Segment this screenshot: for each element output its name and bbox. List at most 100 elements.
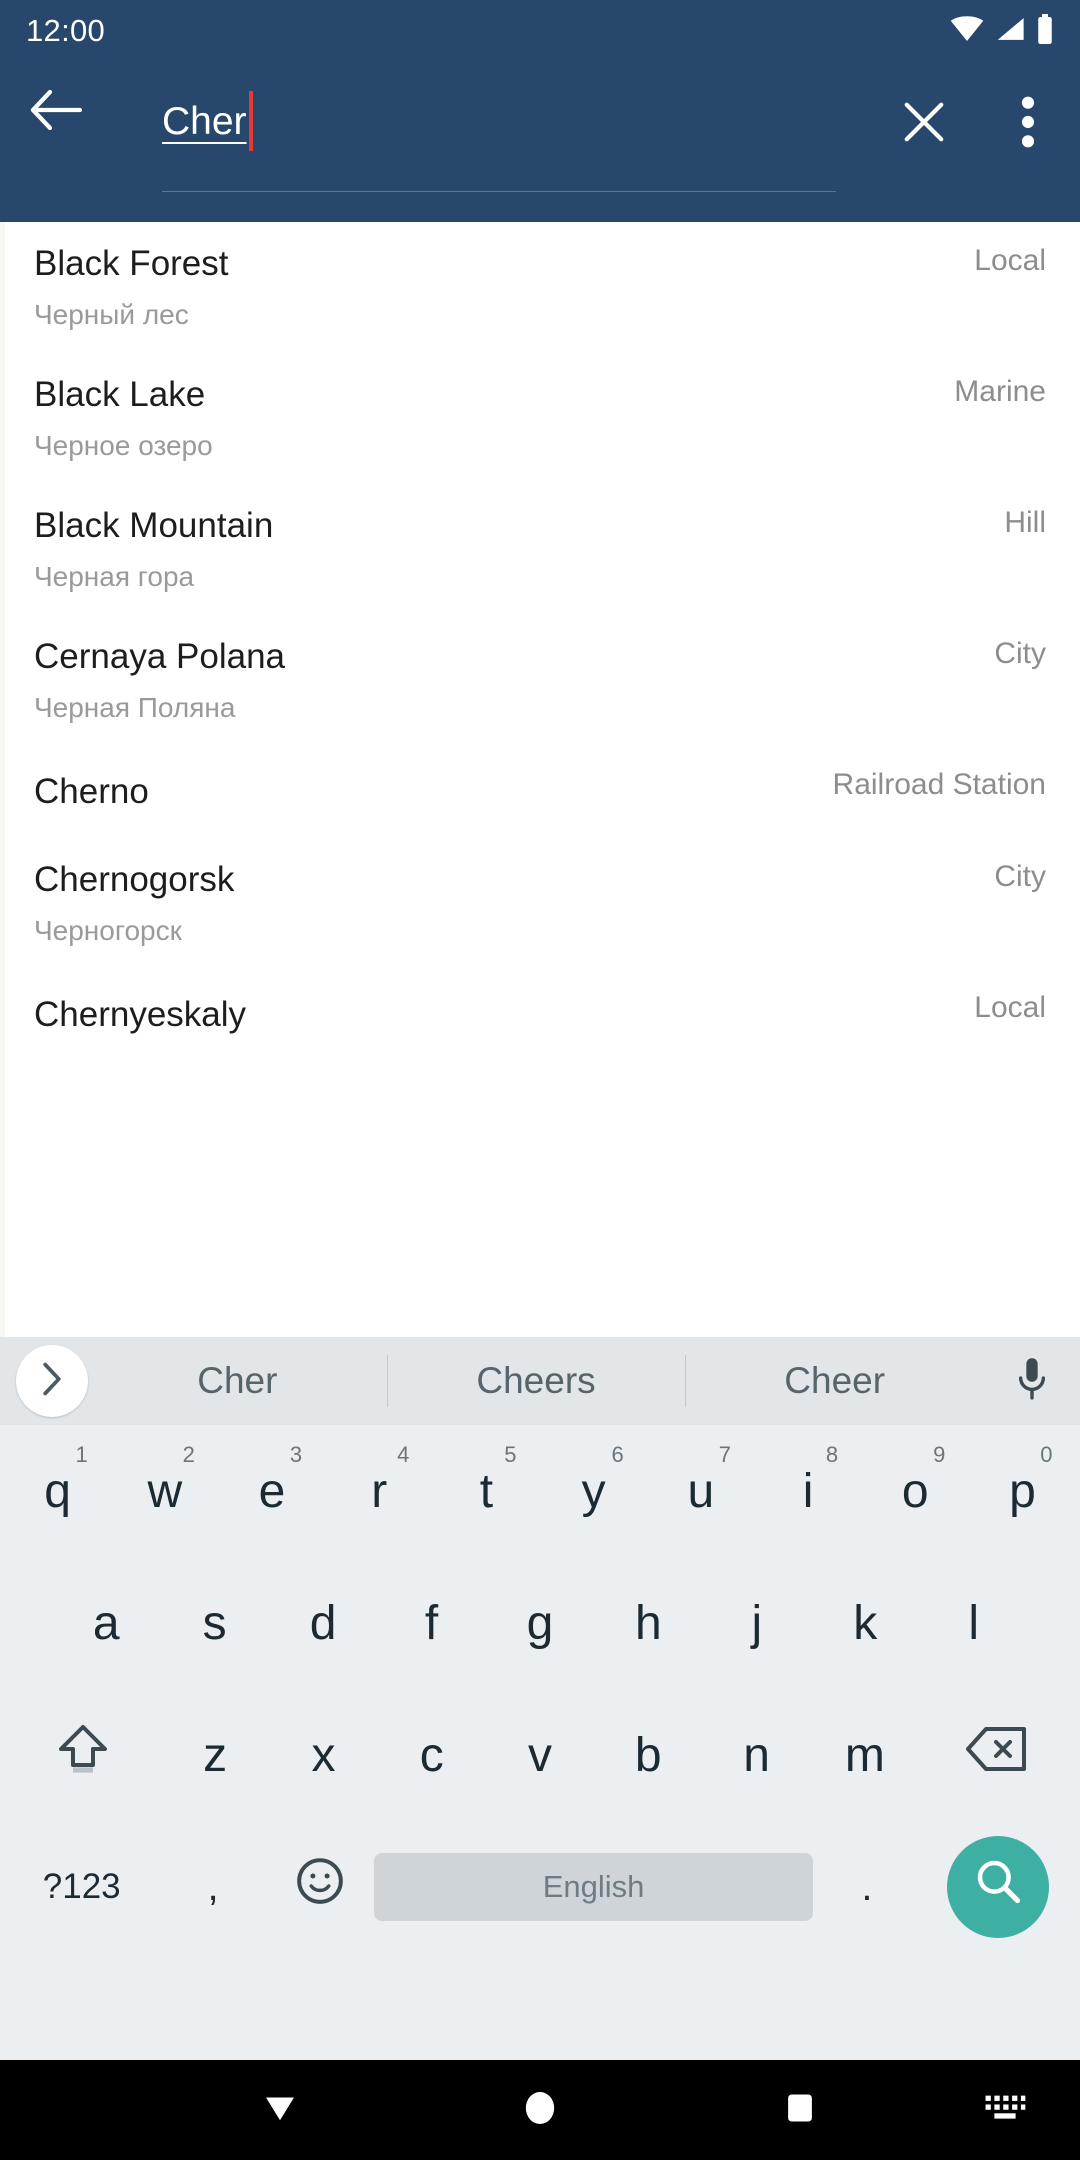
key-u-number: 7 (718, 1442, 731, 1467)
key-f[interactable]: f (377, 1564, 485, 1682)
key-e[interactable]: 3e (218, 1432, 325, 1550)
key-v[interactable]: v (486, 1696, 594, 1814)
expand-suggestions-button[interactable] (16, 1345, 88, 1417)
nav-back-triangle-icon (259, 2087, 301, 2134)
keyboard-row-1: 1q 2w 3e 4r 5t 6y 7u 8i 9o 0p (0, 1425, 1080, 1557)
key-w-label: w (147, 1464, 183, 1518)
list-item-names: Cherno (34, 746, 149, 809)
suggestion-items: Cher Cheers Cheer (88, 1337, 984, 1425)
list-item[interactable]: Black Mountain Черная гора Hill (0, 484, 1080, 615)
list-item[interactable]: Black Forest Черный лес Local (0, 222, 1080, 353)
keyboard-row-4: ?123 , English . (0, 1821, 1080, 1953)
period-key[interactable]: . (813, 1828, 920, 1946)
key-w[interactable]: 2w (111, 1432, 218, 1550)
list-item-local-name: Черный лес (34, 299, 189, 330)
backspace-key[interactable] (919, 1696, 1076, 1814)
key-x[interactable]: x (269, 1696, 377, 1814)
key-r-label: r (371, 1464, 388, 1518)
key-a[interactable]: a (52, 1564, 160, 1682)
space-key[interactable]: English (373, 1853, 814, 1921)
key-q-number: 1 (75, 1442, 88, 1467)
nav-back-button[interactable] (150, 2087, 410, 2134)
key-o[interactable]: 9o (862, 1432, 969, 1550)
key-p-label: p (1009, 1464, 1036, 1518)
key-y[interactable]: 6y (540, 1432, 647, 1550)
suggestion-chip[interactable]: Cheer (685, 1337, 984, 1425)
key-d[interactable]: d (269, 1564, 377, 1682)
emoji-smiley-icon (295, 1856, 345, 1918)
list-item[interactable]: Black Lake Черное озеро Marine (0, 353, 1080, 484)
nav-home-button[interactable] (410, 2088, 670, 2133)
suggestion-chip[interactable]: Cher (88, 1337, 387, 1425)
key-u[interactable]: 7u (647, 1432, 754, 1550)
suggestion-bar: Cher Cheers Cheer (0, 1337, 1080, 1425)
list-item-names: Chernogorsk Черногорск (34, 838, 234, 945)
keyboard-row-2: a s d f g h j k l (0, 1557, 1080, 1689)
voice-input-button[interactable] (984, 1337, 1080, 1425)
suggestion-chip[interactable]: Cheers (386, 1337, 686, 1425)
key-m[interactable]: m (811, 1696, 919, 1814)
key-c[interactable]: c (378, 1696, 486, 1814)
close-icon (901, 99, 947, 150)
list-item-title: Chernyeskaly (34, 995, 247, 1034)
list-item[interactable]: Chernogorsk Черногорск City (0, 838, 1080, 969)
list-item[interactable]: Cernaya Polana Черная Поляна City (0, 615, 1080, 746)
app-bar-actions (872, 72, 1080, 176)
symbols-key[interactable]: ?123 (4, 1828, 159, 1946)
key-j[interactable]: j (703, 1564, 811, 1682)
list-item-title: Cernaya Polana (34, 637, 285, 676)
search-input-value[interactable]: Cher (162, 102, 247, 141)
key-y-label: y (581, 1464, 606, 1518)
app-bar: Cher (0, 62, 1080, 222)
key-i[interactable]: 8i (754, 1432, 861, 1550)
search-enter-key-circle (947, 1836, 1050, 1938)
emoji-key[interactable] (267, 1828, 374, 1946)
list-item-names: Black Lake Черное озеро (34, 353, 213, 460)
list-item-names: Cernaya Polana Черная Поляна (34, 615, 285, 722)
nav-recents-button[interactable] (670, 2089, 930, 2132)
overflow-menu-button[interactable] (976, 72, 1080, 176)
search-field[interactable]: Cher (112, 66, 872, 192)
search-results-list[interactable]: Black Forest Черный лес Local Black Lake… (0, 222, 1080, 1337)
key-p[interactable]: 0p (969, 1432, 1076, 1550)
microphone-icon (1015, 1356, 1049, 1407)
key-e-label: e (258, 1464, 286, 1518)
list-item[interactable]: Cherno Railroad Station (0, 746, 1080, 838)
key-o-number: 9 (933, 1442, 946, 1467)
key-u-label: u (687, 1464, 715, 1518)
chevron-right-icon (40, 1362, 64, 1401)
text-cursor (248, 91, 253, 151)
list-item-names: Black Forest Черный лес (34, 222, 229, 329)
key-h[interactable]: h (594, 1564, 702, 1682)
more-vertical-icon (1021, 95, 1035, 154)
key-i-label: i (802, 1464, 814, 1518)
list-item[interactable]: Chernyeskaly Local (0, 969, 1080, 1061)
list-item-title: Black Mountain (34, 506, 274, 545)
key-n[interactable]: n (702, 1696, 810, 1814)
back-button[interactable] (0, 56, 112, 168)
key-z[interactable]: z (161, 1696, 269, 1814)
battery-icon (1036, 13, 1054, 49)
key-s[interactable]: s (160, 1564, 268, 1682)
key-e-number: 3 (289, 1442, 303, 1467)
status-bar: 12:00 (0, 0, 1080, 62)
comma-key[interactable]: , (159, 1828, 266, 1946)
status-bar-icons (950, 13, 1054, 49)
back-arrow-icon (30, 89, 83, 135)
shift-key[interactable] (4, 1696, 161, 1814)
clear-search-button[interactable] (872, 72, 976, 176)
key-b[interactable]: b (594, 1696, 702, 1814)
key-r[interactable]: 4r (326, 1432, 433, 1550)
key-l[interactable]: l (920, 1564, 1028, 1682)
list-item-local-name: Черногорск (34, 915, 182, 946)
key-t[interactable]: 5t (433, 1432, 540, 1550)
search-enter-key[interactable] (921, 1828, 1076, 1946)
list-item-title: Black Lake (34, 375, 206, 414)
key-k[interactable]: k (811, 1564, 919, 1682)
key-o-label: o (901, 1464, 929, 1518)
key-g[interactable]: g (486, 1564, 594, 1682)
key-q[interactable]: 1q (4, 1432, 111, 1550)
nav-recents-square-icon (781, 2089, 819, 2132)
nav-keyboard-switch-button[interactable] (930, 2091, 1080, 2130)
key-p-number: 0 (1040, 1442, 1053, 1467)
